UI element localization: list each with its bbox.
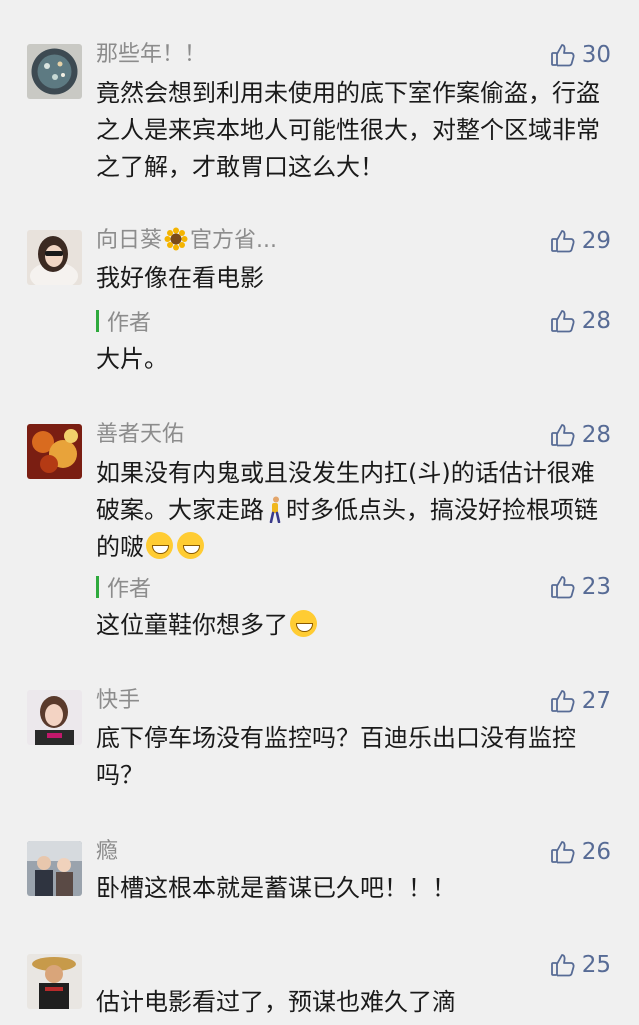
like-button[interactable]: 23 [550,572,611,602]
comment-text: 卧槽这根本就是蓄谋已久吧！！！ [96,874,456,902]
like-button[interactable]: 30 [550,40,611,70]
comment-text: 竟然会想到利用未使用的底下室作案偷盗，行盗之人是来宾本地人可能性很大，对整个区域… [96,79,600,181]
like-button[interactable]: 28 [550,420,611,450]
avatar[interactable] [27,230,82,285]
author-bar [96,576,99,598]
sunflower-icon [164,227,188,251]
author-bar [96,310,99,332]
like-button[interactable]: 27 [550,686,611,716]
walking-person-icon [269,496,281,523]
author-reply-label: 作者 [96,572,151,602]
thumbs-up-icon [550,954,575,977]
like-count: 28 [581,422,611,448]
commenter-name[interactable]: 善者天佑 [96,420,184,450]
commenter-name[interactable]: 那些年！！ [96,40,206,70]
avatar[interactable] [27,841,82,896]
comment-text: 估计电影看过了，预谋也难久了滴 [96,988,456,1016]
grinning-face-icon [177,532,204,559]
like-count: 30 [581,42,611,68]
laughing-face-icon [290,610,317,637]
grinning-face-icon [146,532,173,559]
like-count: 29 [581,228,611,254]
comment-text: 如果没有内鬼或且没发生内扛(斗)的话估计很难破案。大家走路 时多低点头，搞没好捡根… [96,459,598,561]
thumbs-up-icon [550,230,575,253]
like-count: 27 [581,688,611,714]
commenter-name[interactable]: 快手 [96,686,140,716]
author-reply-label: 作者 [96,306,151,336]
like-count: 25 [581,952,611,978]
avatar[interactable] [27,424,82,479]
author-reply-text: 大片。 [96,345,168,373]
thumbs-up-icon [550,690,575,713]
like-count: 26 [581,839,611,865]
like-button[interactable]: 28 [550,306,611,336]
avatar[interactable] [27,44,82,99]
like-button[interactable]: 29 [550,226,611,256]
commenter-name[interactable]: 向日葵 官方省... [96,226,277,256]
avatar[interactable] [27,690,82,745]
like-count: 28 [581,308,611,334]
like-button[interactable]: 25 [550,950,611,980]
thumbs-up-icon [550,424,575,447]
author-reply-text: 这位童鞋你想多了 [96,607,616,644]
like-button[interactable]: 26 [550,837,611,867]
comment-text: 我好像在看电影 [96,264,264,292]
commenter-name[interactable]: 瘾 [96,837,118,867]
thumbs-up-icon [550,841,575,864]
comment-text: 底下停车场没有监控吗？百迪乐出口没有监控吗？ [96,724,576,789]
thumbs-up-icon [550,44,575,67]
thumbs-up-icon [550,310,575,333]
avatar[interactable] [27,954,82,1009]
like-count: 23 [581,574,611,600]
thumbs-up-icon [550,576,575,599]
